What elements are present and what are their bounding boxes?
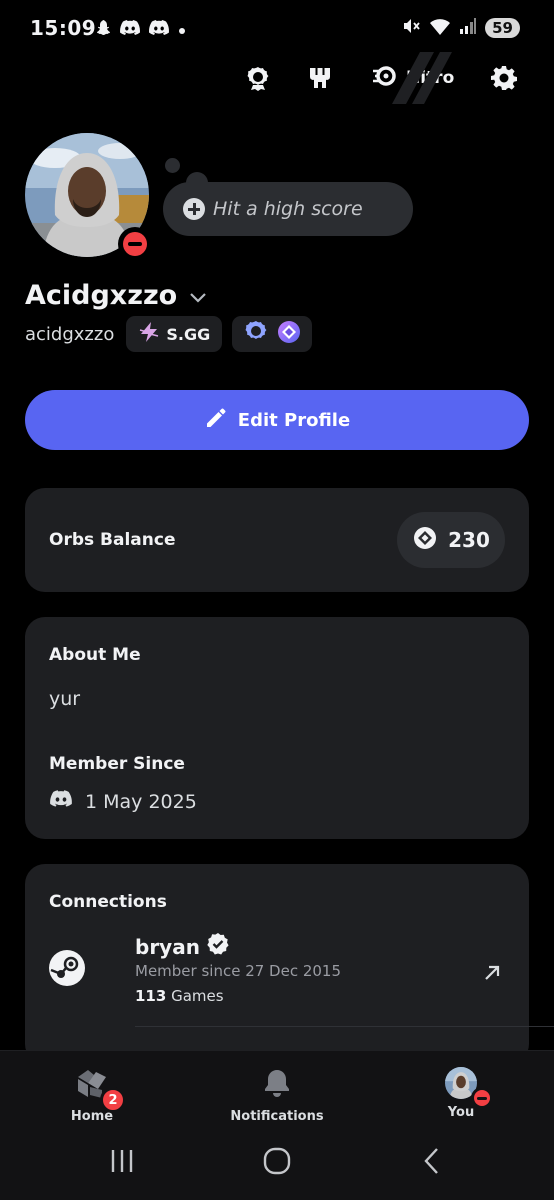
- custom-status-button[interactable]: Hit a high score: [163, 182, 413, 236]
- connection-member-since: Member since 27 Dec 2015: [135, 962, 342, 980]
- connections-title: Connections: [49, 892, 167, 912]
- dnd-status-indicator: [118, 227, 152, 261]
- back-button[interactable]: [412, 1146, 452, 1180]
- settings-icon[interactable]: [486, 60, 522, 96]
- connections-card: Connections bryan Member since 27 Dec 20…: [25, 864, 554, 1064]
- quest-badge-icon: [242, 318, 270, 350]
- server-tag-pill[interactable]: S.GG: [126, 316, 223, 352]
- status-bar: 15:09 59: [0, 0, 554, 56]
- member-since-date: 1 May 2025: [85, 790, 197, 813]
- system-navigation-bar: [0, 1138, 554, 1188]
- shop-icon[interactable]: [302, 60, 338, 96]
- dot-icon: [177, 21, 187, 40]
- steam-icon: [49, 950, 85, 986]
- games-count: 113: [135, 987, 167, 1005]
- quests-icon[interactable]: [240, 60, 276, 96]
- connection-games: 113 Games: [135, 987, 224, 1005]
- divider: [135, 1026, 554, 1027]
- external-link-icon[interactable]: [481, 962, 503, 988]
- chevron-down-icon: [189, 280, 207, 311]
- orb-badge-icon: [276, 319, 302, 349]
- notification-icons: [92, 18, 187, 42]
- wifi-icon: [429, 16, 451, 40]
- pencil-icon: [204, 406, 228, 435]
- server-tag: S.GG: [166, 324, 211, 344]
- custom-status-placeholder: Hit a high score: [213, 198, 363, 220]
- nav-notifications[interactable]: Notifications: [217, 1067, 337, 1124]
- orbs-balance-card[interactable]: Orbs Balance 230: [25, 488, 529, 592]
- orbs-balance-pill[interactable]: 230: [397, 512, 505, 568]
- battery-indicator: 59: [485, 18, 520, 38]
- recent-apps-icon: [109, 1148, 135, 1178]
- top-action-bar: Nitro: [0, 60, 554, 100]
- nav-notifications-label: Notifications: [230, 1109, 324, 1124]
- verified-icon: [206, 932, 230, 961]
- add-icon: [183, 198, 205, 220]
- connection-name: bryan: [135, 934, 200, 959]
- member-since-title: Member Since: [49, 754, 185, 774]
- orbs-balance-label: Orbs Balance: [49, 530, 176, 550]
- mute-icon: [401, 16, 421, 40]
- home-circle-icon: [263, 1147, 291, 1179]
- home-button[interactable]: [257, 1146, 297, 1180]
- snapchat-icon: [92, 18, 112, 42]
- connection-item[interactable]: bryan Member since 27 Dec 2015 113 Games: [49, 928, 529, 1028]
- clock: 15:09: [30, 16, 97, 40]
- about-me-text: yur: [49, 688, 81, 710]
- recent-apps-button[interactable]: [102, 1146, 142, 1180]
- signal-icon: [459, 17, 477, 39]
- about-card: About Me yur Member Since 1 May 2025: [25, 617, 529, 839]
- edit-profile-button[interactable]: Edit Profile: [25, 390, 529, 450]
- member-since-row: 1 May 2025: [49, 789, 197, 814]
- nitro-decoration: [392, 52, 452, 104]
- nav-you[interactable]: You: [401, 1067, 521, 1120]
- username: acidgxzzo: [25, 323, 115, 345]
- games-label: Games: [171, 987, 224, 1005]
- thought-dot: [165, 158, 180, 173]
- display-name: Acidgxzzo: [25, 280, 178, 311]
- discord-icon: [148, 19, 170, 41]
- home-notification-badge: 2: [100, 1087, 126, 1113]
- badges-pill[interactable]: [232, 316, 313, 352]
- display-name-button[interactable]: Acidgxzzo: [25, 280, 207, 311]
- bell-icon: [261, 1067, 293, 1103]
- nav-you-label: You: [447, 1105, 475, 1120]
- username-row: acidgxzzo S.GG: [25, 316, 313, 352]
- dnd-status-indicator: [471, 1087, 493, 1109]
- about-me-title: About Me: [49, 645, 141, 665]
- lightning-icon: [138, 321, 160, 347]
- nav-home[interactable]: 2 Home: [32, 1067, 152, 1124]
- discord-icon: [119, 19, 141, 41]
- orbs-balance-value: 230: [448, 528, 490, 552]
- system-status-icons: 59: [401, 16, 520, 40]
- orb-icon: [412, 525, 438, 556]
- connection-name-row: bryan: [135, 932, 230, 961]
- back-icon: [421, 1147, 443, 1179]
- discord-icon: [49, 789, 73, 814]
